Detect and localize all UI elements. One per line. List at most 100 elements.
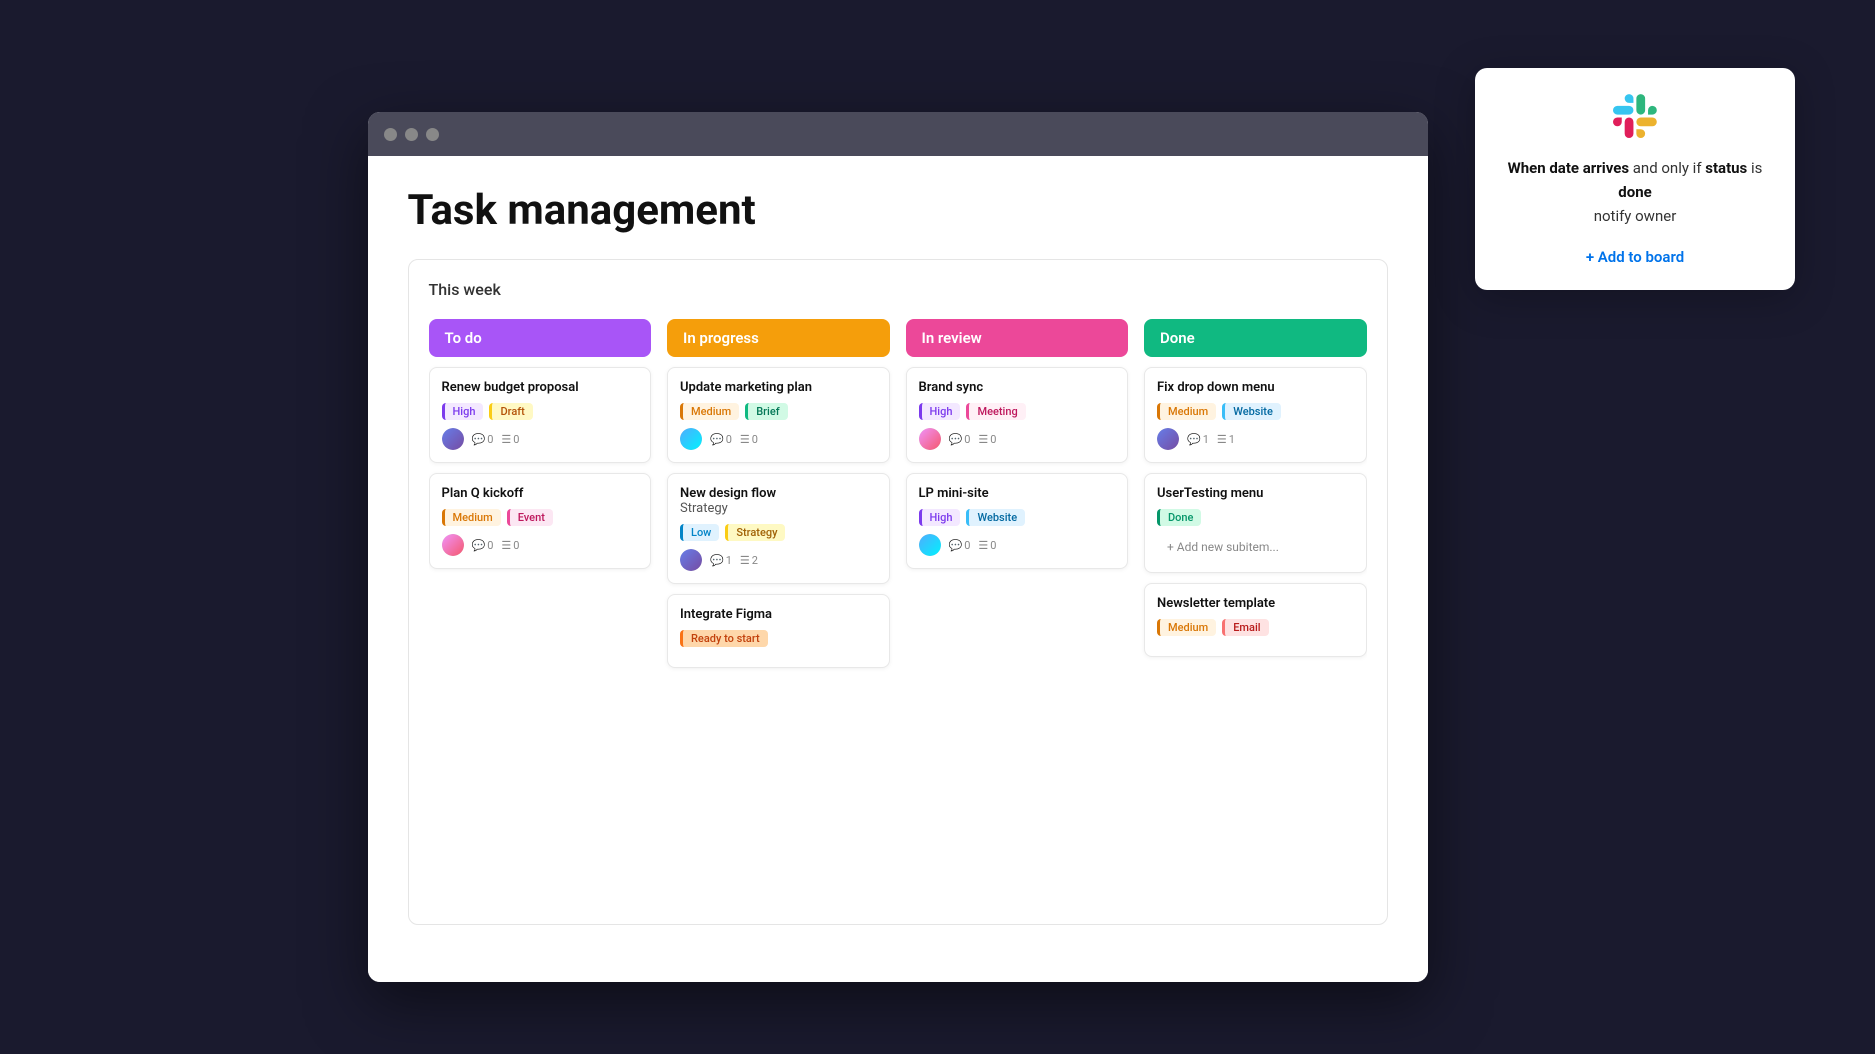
card-lp-minisite[interactable]: LP mini-site High Website 💬 0 (906, 473, 1129, 569)
card-integrate-figma[interactable]: Integrate Figma Ready to start (667, 594, 890, 668)
avatar (680, 549, 702, 571)
tag-brief: Brief (745, 403, 787, 420)
card-title: Brand sync (919, 380, 1116, 395)
comment-icon: 💬 (949, 539, 963, 552)
card-usertesting-menu[interactable]: UserTesting menu Done + Add new subitem.… (1144, 473, 1367, 573)
browser-titlebar (368, 112, 1428, 156)
card-tags: Low Strategy (680, 524, 877, 541)
comment-icon: 💬 (1187, 433, 1201, 446)
avatar (680, 428, 702, 450)
card-tags: High Website (919, 509, 1116, 526)
comment-icon: 💬 (472, 433, 486, 446)
column-todo: To do Renew budget proposal High Draft 💬 (429, 319, 652, 903)
column-inreview: In review Brand sync High Meeting 💬 (906, 319, 1129, 903)
comment-icon: 💬 (472, 539, 486, 552)
column-done: Done Fix drop down menu Medium Website 💬 (1144, 319, 1367, 903)
card-tags: High Meeting (919, 403, 1116, 420)
slack-popup-text: When date arrives and only if status is … (1499, 156, 1771, 228)
week-section: This week To do Renew budget proposal Hi… (408, 259, 1388, 925)
card-renew-budget[interactable]: Renew budget proposal High Draft 💬 0 (429, 367, 652, 463)
card-title: Renew budget proposal (442, 380, 639, 395)
avatar (442, 428, 464, 450)
comment-icon: 💬 (949, 433, 963, 446)
tag-low: Low (680, 524, 719, 541)
column-header-inreview: In review (906, 319, 1129, 357)
card-footer: 💬 1 ☰ 1 (1157, 428, 1354, 450)
comment-icon: 💬 (710, 433, 724, 446)
slack-logo (1611, 92, 1659, 140)
card-update-marketing[interactable]: Update marketing plan Medium Brief 💬 0 (667, 367, 890, 463)
card-footer: 💬 1 ☰ 2 (680, 549, 877, 571)
card-title: Update marketing plan (680, 380, 877, 395)
tag-high: High (919, 403, 961, 420)
card-tags: High Draft (442, 403, 639, 420)
add-to-board-button[interactable]: + Add to board (1499, 248, 1771, 266)
comment-count: 💬 0 (472, 539, 494, 552)
card-tags: Ready to start (680, 630, 877, 647)
tag-website: Website (966, 509, 1025, 526)
subtask-icon: ☰ (501, 539, 511, 552)
card-footer: 💬 0 ☰ 0 (919, 428, 1116, 450)
column-header-done: Done (1144, 319, 1367, 357)
card-tags: Medium Event (442, 509, 639, 526)
avatar (1157, 428, 1179, 450)
card-title: LP mini-site (919, 486, 1116, 501)
subtask-icon: ☰ (978, 433, 988, 446)
card-title: Newsletter template (1157, 596, 1354, 611)
page-title: Task management (408, 186, 1388, 235)
subtask-icon: ☰ (740, 433, 750, 446)
popup-bold-2: status (1705, 159, 1747, 177)
tag-medium: Medium (1157, 619, 1216, 636)
browser-window: Task management This week To do Renew bu… (368, 112, 1428, 982)
card-title: Fix drop down menu (1157, 380, 1354, 395)
card-plan-q-kickoff[interactable]: Plan Q kickoff Medium Event 💬 0 (429, 473, 652, 569)
subtask-count: ☰ 1 (1217, 433, 1235, 446)
subtask-icon: ☰ (978, 539, 988, 552)
tag-medium: Medium (442, 509, 501, 526)
tag-high: High (442, 403, 484, 420)
card-tags: Done (1157, 509, 1354, 526)
comment-count: 💬 0 (949, 433, 971, 446)
subtask-count: ☰ 0 (740, 433, 758, 446)
tag-draft: Draft (489, 403, 532, 420)
avatar (919, 428, 941, 450)
tag-ready: Ready to start (680, 630, 768, 647)
card-newsletter-template[interactable]: Newsletter template Medium Email (1144, 583, 1367, 657)
browser-dot-green (426, 128, 439, 141)
subtask-icon: ☰ (740, 554, 750, 567)
card-tags: Medium Email (1157, 619, 1354, 636)
avatar (919, 534, 941, 556)
browser-dot-yellow (405, 128, 418, 141)
card-footer: 💬 0 ☰ 0 (680, 428, 877, 450)
popup-bold-1: When date arrives (1508, 159, 1629, 177)
subtask-count: ☰ 0 (978, 539, 996, 552)
tag-meeting: Meeting (966, 403, 1025, 420)
card-new-design-flow[interactable]: New design flowStrategy Low Strategy 💬 1 (667, 473, 890, 584)
subtask-icon: ☰ (501, 433, 511, 446)
card-fix-dropdown[interactable]: Fix drop down menu Medium Website 💬 1 (1144, 367, 1367, 463)
slack-popup: When date arrives and only if status is … (1475, 68, 1795, 290)
tag-medium: Medium (1157, 403, 1216, 420)
subtask-count: ☰ 0 (501, 433, 519, 446)
column-header-inprogress: In progress (667, 319, 890, 357)
slack-icon (1613, 94, 1657, 138)
card-footer: 💬 0 ☰ 0 (442, 534, 639, 556)
card-tags: Medium Website (1157, 403, 1354, 420)
add-subitem-button[interactable]: + Add new subitem... (1157, 534, 1354, 560)
column-inprogress: In progress Update marketing plan Medium… (667, 319, 890, 903)
comment-icon: 💬 (710, 554, 724, 567)
subtask-count: ☰ 0 (501, 539, 519, 552)
card-title: UserTesting menu (1157, 486, 1354, 501)
tag-event: Event (507, 509, 553, 526)
card-footer: 💬 0 ☰ 0 (919, 534, 1116, 556)
card-brand-sync[interactable]: Brand sync High Meeting 💬 0 (906, 367, 1129, 463)
avatar (442, 534, 464, 556)
comment-count: 💬 0 (710, 433, 732, 446)
week-label: This week (429, 280, 1367, 299)
card-title: Plan Q kickoff (442, 486, 639, 501)
card-footer: 💬 0 ☰ 0 (442, 428, 639, 450)
browser-dot-red (384, 128, 397, 141)
tag-high: High (919, 509, 961, 526)
subtask-count: ☰ 0 (978, 433, 996, 446)
card-title: Integrate Figma (680, 607, 877, 622)
